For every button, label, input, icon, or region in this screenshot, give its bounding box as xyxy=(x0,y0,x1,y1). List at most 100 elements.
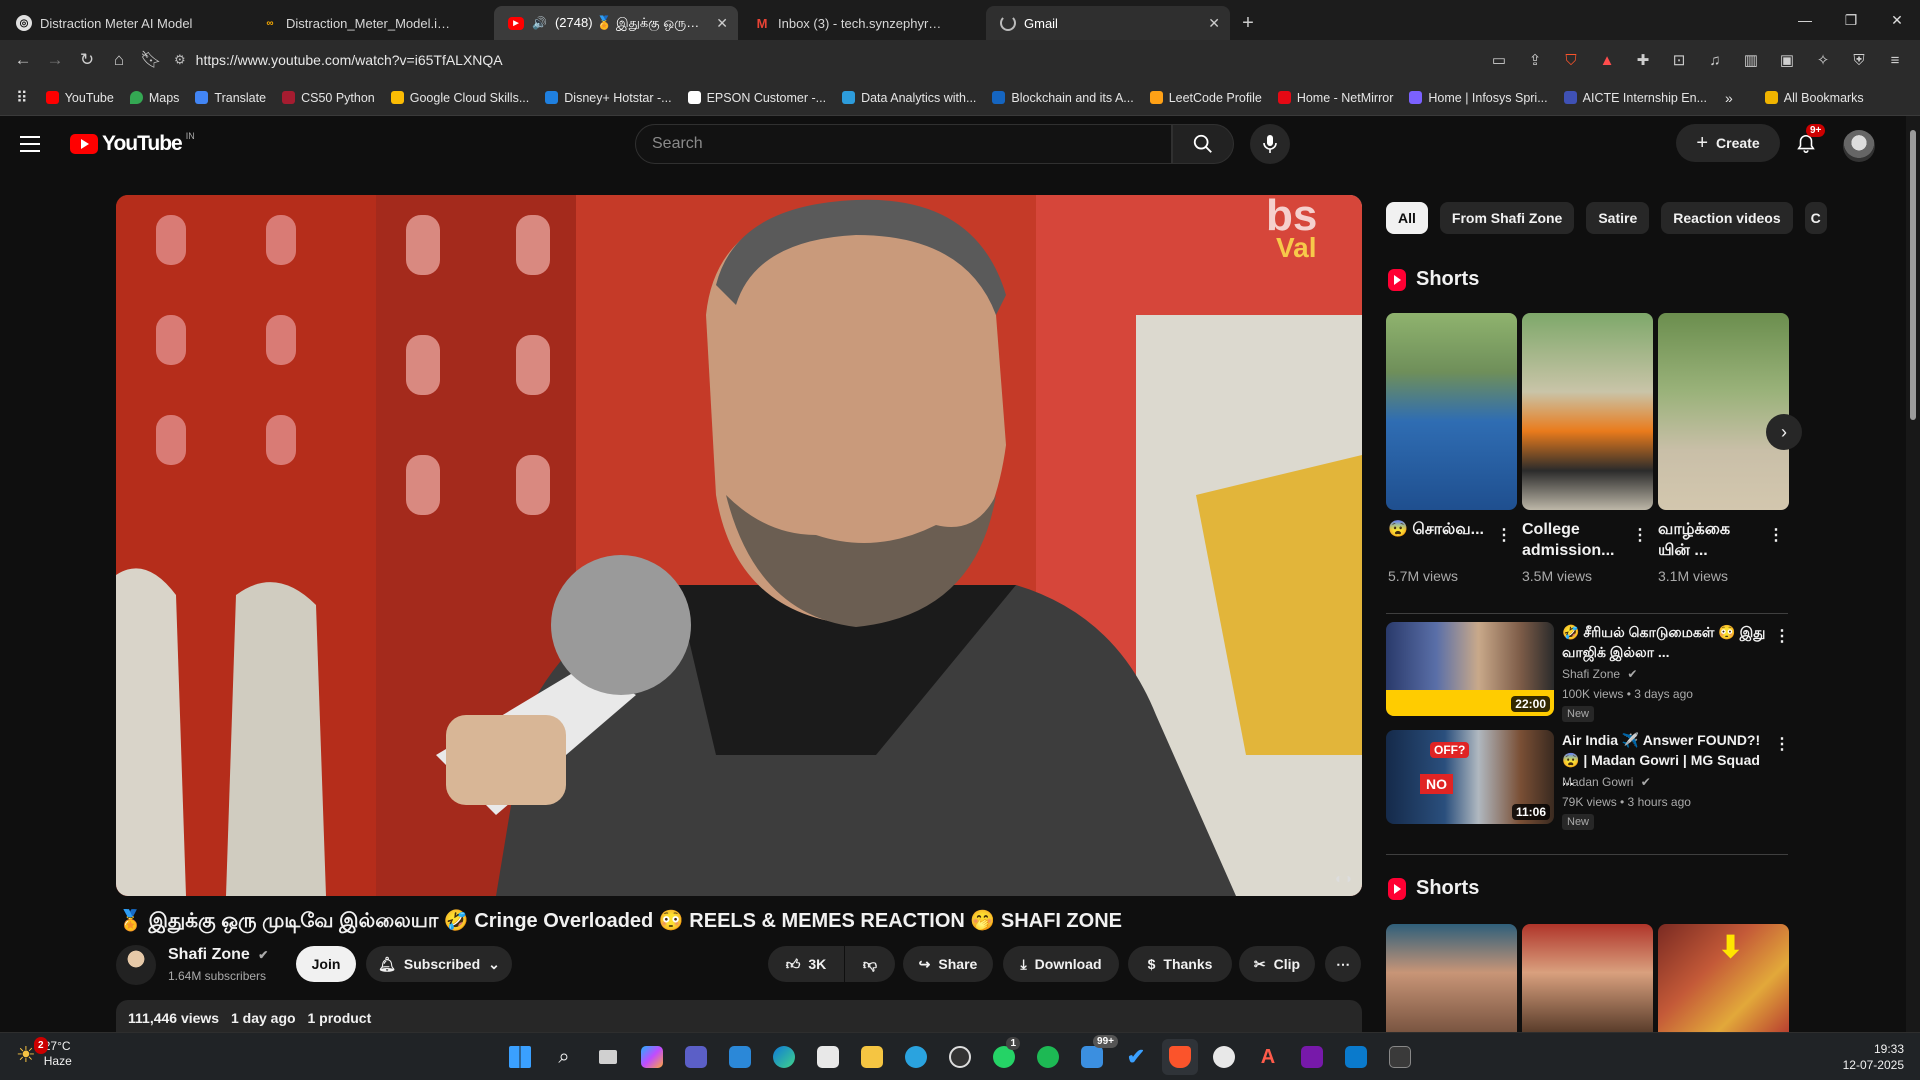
thanks-button[interactable]: $ Thanks xyxy=(1128,946,1232,982)
channel-text[interactable]: Shafi Zone xyxy=(1562,667,1620,681)
close-icon[interactable]: ✕ xyxy=(716,15,728,32)
teams[interactable] xyxy=(678,1039,714,1075)
channel-avatar[interactable] xyxy=(116,945,156,985)
tab-github[interactable]: ◎ Distraction Meter AI Model xyxy=(2,6,246,40)
brave-shields-icon[interactable]: ⛉ xyxy=(1560,46,1582,74)
more-vertical-icon[interactable]: ⋮ xyxy=(1496,525,1512,545)
close-icon[interactable]: ✕ xyxy=(1208,15,1220,32)
phone-link[interactable]: 99+ xyxy=(1074,1035,1118,1075)
widgets[interactable] xyxy=(722,1039,758,1075)
minimize-icon[interactable]: — xyxy=(1782,0,1828,40)
task-view[interactable] xyxy=(590,1039,626,1075)
edge[interactable] xyxy=(766,1039,802,1075)
all-bookmarks[interactable]: All Bookmarks xyxy=(1757,91,1872,105)
tab-youtube[interactable]: ▶ 🔊 (2748) 🏅 இதுக்கு ஒரு மு ✕ xyxy=(494,6,738,40)
short-thumbnail[interactable] xyxy=(1658,313,1789,510)
dislike-button[interactable]: 👎︎ xyxy=(845,946,895,982)
more-bookmarks-icon[interactable]: » xyxy=(1725,90,1733,106)
home-icon[interactable]: ⌂ xyxy=(104,45,134,75)
voice-search-button[interactable] xyxy=(1250,124,1290,164)
more-vertical-icon[interactable]: ⋮ xyxy=(1768,525,1784,545)
shorts-next-button[interactable]: › xyxy=(1766,414,1802,450)
search-input[interactable] xyxy=(652,135,1171,153)
start-button[interactable] xyxy=(502,1039,538,1075)
vscode[interactable] xyxy=(1338,1039,1374,1075)
short-thumbnail[interactable] xyxy=(1522,313,1653,510)
short-thumbnail[interactable] xyxy=(1522,924,1653,1032)
short-title[interactable]: வாழ்க்கை யின் ... xyxy=(1658,519,1758,561)
media-player[interactable] xyxy=(942,1039,978,1075)
extensions-icon[interactable]: ✚ xyxy=(1632,46,1654,74)
bookmark-infosys[interactable]: Home | Infosys Spri... xyxy=(1401,91,1555,105)
ms-store[interactable] xyxy=(810,1039,846,1075)
search-button[interactable] xyxy=(1172,124,1234,164)
telegram[interactable] xyxy=(898,1039,934,1075)
forward-icon[interactable]: → xyxy=(40,45,70,75)
github-desktop[interactable] xyxy=(1206,1039,1242,1075)
bookmark-netmirror[interactable]: Home - NetMirror xyxy=(1270,91,1402,105)
copilot[interactable] xyxy=(634,1039,670,1075)
url-text[interactable]: https://www.youtube.com/watch?v=i65TfALX… xyxy=(196,52,503,68)
page-scrollbar[interactable] xyxy=(1906,116,1920,1032)
scrollbar-thumb[interactable] xyxy=(1910,130,1916,420)
terminal[interactable] xyxy=(1382,1039,1418,1075)
todo[interactable]: ✔ xyxy=(1118,1039,1154,1075)
bookmark-icon[interactable]: 🔖︎ xyxy=(136,45,166,75)
more-vertical-icon[interactable]: ⋮ xyxy=(1632,525,1648,545)
system-clock[interactable]: 19:33 12-07-2025 xyxy=(1843,1041,1904,1073)
whatsapp[interactable]: 1 xyxy=(986,1037,1022,1075)
chip-reaction-videos[interactable]: Reaction videos xyxy=(1661,202,1793,234)
tab-gmail-inbox[interactable]: M Inbox (3) - tech.synzephyr@gmail.co xyxy=(740,6,984,40)
recommended-title[interactable]: 🤣 சீரியல் கொடுமைகள் 😳 இது வாஜிக் இல்லா .… xyxy=(1562,622,1774,662)
bookmark-aicte[interactable]: AICTE Internship En... xyxy=(1556,91,1715,105)
bookmark-youtube[interactable]: YouTube xyxy=(38,91,122,105)
tab-gmail[interactable]: Gmail ✕ xyxy=(986,6,1230,40)
notifications-button[interactable]: 9+ xyxy=(1786,124,1826,162)
chip-satire[interactable]: Satire xyxy=(1586,202,1650,234)
create-button[interactable]: + Create xyxy=(1676,124,1780,162)
bookmark-maps[interactable]: Maps xyxy=(122,91,188,105)
wallet-icon[interactable]: ▣ xyxy=(1776,46,1798,74)
bookmark-google-cloud[interactable]: Google Cloud Skills... xyxy=(383,91,538,105)
file-explorer[interactable] xyxy=(854,1039,890,1075)
bookmark-epson[interactable]: EPSON Customer -... xyxy=(680,91,834,105)
close-window-icon[interactable]: ✕ xyxy=(1874,0,1920,40)
menu-icon[interactable]: ≡ xyxy=(1884,46,1906,74)
recommended-thumbnail[interactable]: 22:00 xyxy=(1386,622,1554,716)
back-icon[interactable]: ← xyxy=(8,45,38,75)
taskbar-search[interactable]: ⌕ xyxy=(546,1039,582,1075)
site-settings-icon[interactable]: ⚙ xyxy=(174,52,186,68)
screenshot-icon[interactable]: ⊡ xyxy=(1668,46,1690,74)
adobe-acrobat[interactable]: A xyxy=(1250,1039,1286,1075)
channel-name[interactable]: Shafi Zone ✔ xyxy=(168,946,268,964)
subscribed-button[interactable]: 🔔︎ Subscribed ⌄ xyxy=(366,946,512,982)
share-icon[interactable]: ⇪ xyxy=(1524,46,1546,74)
clip-button[interactable]: ✂ Clip xyxy=(1239,946,1315,982)
brave-browser[interactable] xyxy=(1162,1039,1198,1075)
more-vertical-icon[interactable]: ⋮ xyxy=(1774,734,1790,754)
bookmark-data-analytics[interactable]: Data Analytics with... xyxy=(834,91,984,105)
share-button[interactable]: ↪ Share xyxy=(903,946,993,982)
bookmark-hotstar[interactable]: Disney+ Hotstar -... xyxy=(537,91,679,105)
weather-widget[interactable]: ☀ 2 27°C Haze xyxy=(16,1037,72,1069)
youtube-logo[interactable]: YouTube IN xyxy=(70,131,195,156)
reload-icon[interactable]: ↻ xyxy=(72,45,102,75)
spotify[interactable] xyxy=(1030,1039,1066,1075)
join-button[interactable]: Join xyxy=(296,946,356,982)
recommended-thumbnail[interactable]: OFF? NO 11:06 xyxy=(1386,730,1554,824)
short-thumbnail[interactable] xyxy=(1386,924,1517,1032)
tab-colab[interactable]: ∞ Distraction_Meter_Model.ipynb - Col xyxy=(248,6,492,40)
new-tab-button[interactable]: + xyxy=(1230,6,1266,40)
download-button[interactable]: ⤓ Download xyxy=(1003,946,1119,982)
more-vertical-icon[interactable]: ⋮ xyxy=(1774,626,1790,646)
short-thumbnail[interactable] xyxy=(1386,313,1517,510)
recommended-channel[interactable]: Shafi Zone ✔ xyxy=(1562,667,1637,681)
leo-ai-icon[interactable]: ✧ xyxy=(1812,46,1834,74)
short-title[interactable]: 😨 சொல்வ... xyxy=(1388,519,1488,540)
sidebar-icon[interactable]: ▥ xyxy=(1740,46,1762,74)
short-title[interactable]: College admission... xyxy=(1522,519,1622,561)
cast-icon[interactable]: ▭ xyxy=(1488,46,1510,74)
speaker-icon[interactable]: 🔊 xyxy=(532,16,547,30)
vpn-icon[interactable]: ⛨ xyxy=(1848,46,1870,74)
hamburger-menu-icon[interactable] xyxy=(20,130,48,158)
